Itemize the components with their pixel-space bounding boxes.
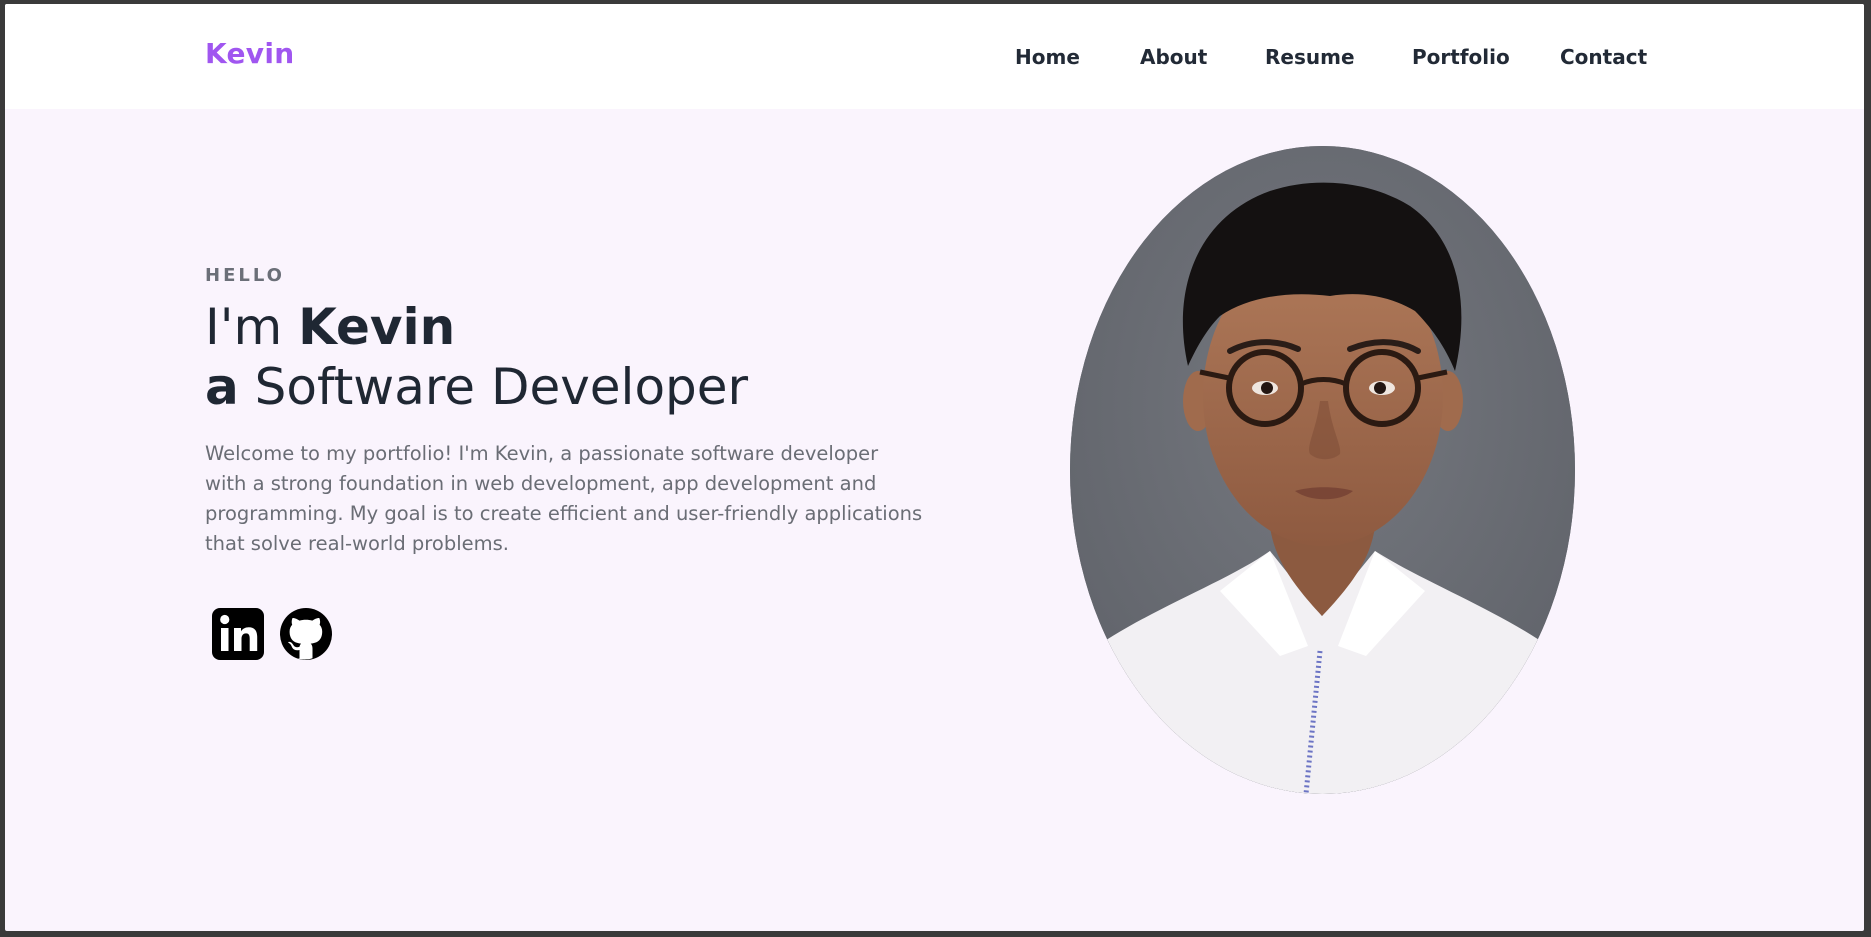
hero-section: HELLO I'm Kevin a Software Developer Wel… bbox=[205, 265, 925, 559]
headline-name: Kevin bbox=[298, 298, 456, 356]
hero-intro-paragraph: Welcome to my portfolio! I'm Kevin, a pa… bbox=[205, 442, 923, 555]
nav-item-home[interactable]: Home bbox=[1015, 45, 1080, 69]
headline-article: a bbox=[205, 358, 239, 416]
main-nav: Home About Resume Portfolio Contact bbox=[5, 45, 1864, 75]
nav-item-contact[interactable]: Contact bbox=[1560, 45, 1647, 69]
github-icon[interactable] bbox=[278, 606, 334, 662]
profile-photo bbox=[1070, 146, 1575, 794]
nav-item-about[interactable]: About bbox=[1140, 45, 1207, 69]
nav-item-portfolio[interactable]: Portfolio bbox=[1412, 45, 1510, 69]
hero-greeting: HELLO bbox=[205, 265, 285, 286]
linkedin-icon[interactable] bbox=[210, 606, 266, 662]
hero-headline: I'm Kevin a Software Developer bbox=[205, 297, 925, 417]
headline-role: Software Developer bbox=[238, 358, 749, 416]
nav-item-resume[interactable]: Resume bbox=[1265, 45, 1355, 69]
top-navbar: Kevin Home About Resume Portfolio Contac… bbox=[5, 4, 1864, 109]
headline-prefix: I'm bbox=[205, 298, 299, 356]
browser-viewport: Kevin Home About Resume Portfolio Contac… bbox=[5, 4, 1864, 931]
